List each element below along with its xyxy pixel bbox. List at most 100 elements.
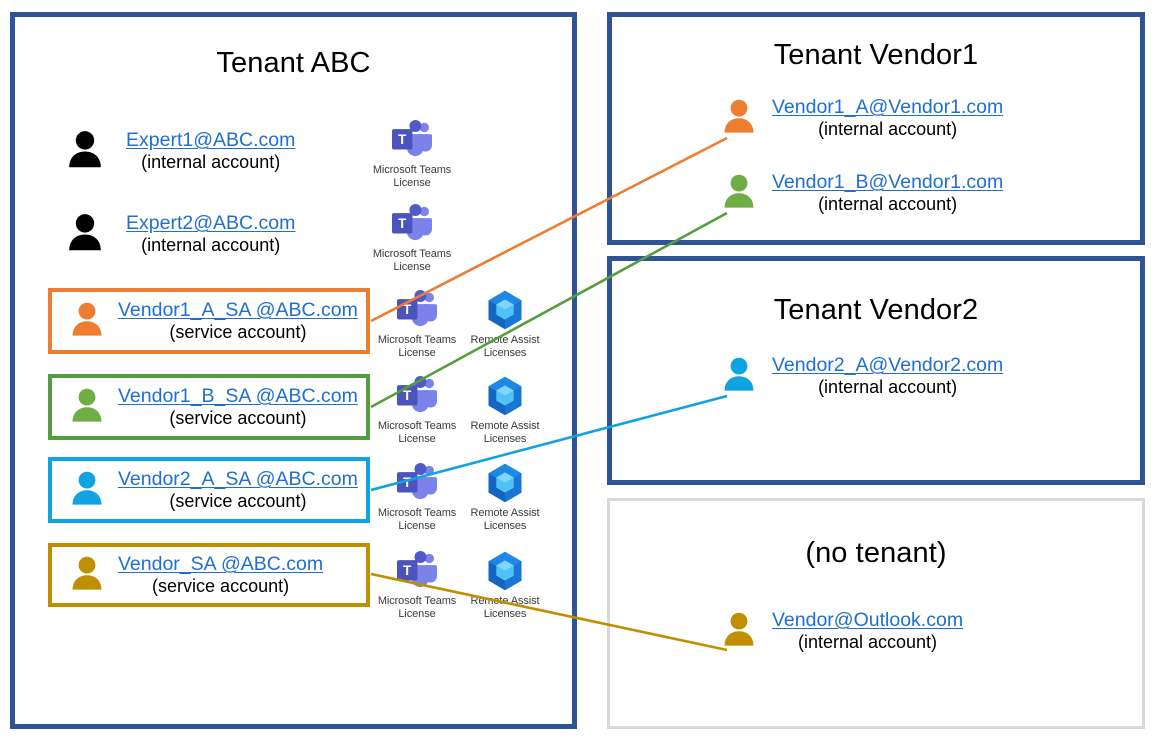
svg-text:T: T bbox=[403, 563, 412, 578]
remote-assist-icon bbox=[462, 549, 548, 593]
license-caption-line2: Licenses bbox=[483, 519, 527, 532]
microsoft-teams-icon: T bbox=[374, 461, 460, 505]
account-row-vendor2-a-sa[interactable]: Vendor2_A_SA @ABC.com (service account) bbox=[48, 457, 370, 523]
license-caption-line1: Microsoft Teams bbox=[377, 507, 457, 519]
license-caption: Remote Assist Licenses bbox=[462, 507, 548, 533]
account-row-vendor1-b-sa[interactable]: Vendor1_B_SA @ABC.com (service account) bbox=[48, 374, 370, 440]
license-caption: Remote Assist Licenses bbox=[462, 334, 548, 360]
account-email[interactable]: Expert2@ABC.com bbox=[126, 212, 295, 235]
account-type: (internal account) bbox=[818, 193, 958, 214]
account-email[interactable]: Vendor2_A_SA @ABC.com bbox=[118, 468, 358, 491]
license-teams-vendor-sa: T Microsoft Teams License bbox=[374, 549, 460, 621]
license-caption-line2: License bbox=[398, 519, 436, 532]
account-row-expert1: Expert1@ABC.com (internal account) bbox=[62, 122, 362, 180]
account-type: (service account) bbox=[169, 321, 307, 342]
account-email[interactable]: Vendor1_A_SA @ABC.com bbox=[118, 299, 358, 322]
license-remote-assist-vendor1-a-sa: Remote Assist Licenses bbox=[462, 288, 548, 360]
account-row-vendor1-a-sa[interactable]: Vendor1_A_SA @ABC.com (service account) bbox=[48, 288, 370, 354]
person-icon bbox=[62, 209, 108, 260]
account-row-vendor2-a: Vendor2_A@Vendor2.com (internal account) bbox=[718, 350, 1018, 402]
microsoft-teams-icon: T bbox=[369, 202, 455, 246]
license-caption-line1: Remote Assist bbox=[470, 507, 540, 519]
license-teams-expert2: T Microsoft Teams License bbox=[369, 202, 455, 274]
account-type: (internal account) bbox=[797, 631, 938, 652]
diagram-canvas: Tenant ABC Expert1@ABC.com (internal acc… bbox=[0, 0, 1155, 745]
license-teams-vendor1-b-sa: T Microsoft Teams License bbox=[374, 374, 460, 446]
account-email[interactable]: Vendor@Outlook.com bbox=[772, 609, 963, 632]
license-caption-line1: Remote Assist bbox=[470, 595, 540, 607]
svg-text:T: T bbox=[403, 475, 412, 490]
license-caption-line2: Licenses bbox=[483, 607, 527, 620]
remote-assist-icon bbox=[462, 288, 548, 332]
account-row-vendor-outlook: Vendor@Outlook.com (internal account) bbox=[718, 605, 1018, 657]
remote-assist-icon bbox=[462, 374, 548, 418]
account-type: (service account) bbox=[169, 407, 307, 428]
person-icon bbox=[718, 353, 760, 400]
account-email[interactable]: Vendor1_B@Vendor1.com bbox=[772, 171, 1003, 194]
license-caption-line1: Remote Assist bbox=[470, 420, 540, 432]
person-icon bbox=[66, 384, 108, 431]
microsoft-teams-icon: T bbox=[374, 374, 460, 418]
account-type: (service account) bbox=[152, 575, 290, 596]
person-icon bbox=[718, 608, 760, 655]
panel-title-tenant-vendor2: Tenant Vendor2 bbox=[773, 294, 979, 326]
account-type: (internal account) bbox=[141, 151, 281, 172]
person-icon bbox=[62, 126, 108, 177]
license-teams-vendor2-a-sa: T Microsoft Teams License bbox=[374, 461, 460, 533]
license-teams-vendor1-a-sa: T Microsoft Teams License bbox=[374, 288, 460, 360]
remote-assist-icon bbox=[462, 461, 548, 505]
license-caption-line1: Microsoft Teams bbox=[377, 334, 457, 346]
license-caption: Microsoft Teams License bbox=[374, 595, 460, 621]
account-row-vendor1-b: Vendor1_B@Vendor1.com (internal account) bbox=[718, 167, 1018, 219]
account-email[interactable]: Vendor1_B_SA @ABC.com bbox=[118, 385, 358, 408]
license-caption: Microsoft Teams License bbox=[369, 248, 455, 274]
microsoft-teams-icon: T bbox=[369, 118, 455, 162]
license-remote-assist-vendor2-a-sa: Remote Assist Licenses bbox=[462, 461, 548, 533]
license-caption: Microsoft Teams License bbox=[374, 507, 460, 533]
license-remote-assist-vendor1-b-sa: Remote Assist Licenses bbox=[462, 374, 548, 446]
panel-title-tenant-abc: Tenant ABC bbox=[216, 47, 371, 79]
account-email[interactable]: Vendor2_A@Vendor2.com bbox=[772, 354, 1003, 377]
microsoft-teams-icon: T bbox=[374, 288, 460, 332]
person-icon bbox=[66, 298, 108, 345]
license-caption-line2: License bbox=[393, 260, 431, 273]
person-icon bbox=[66, 467, 108, 514]
person-icon bbox=[718, 170, 760, 217]
svg-text:T: T bbox=[398, 132, 407, 147]
license-caption-line1: Microsoft Teams bbox=[377, 420, 457, 432]
svg-text:T: T bbox=[403, 388, 412, 403]
license-caption-line2: Licenses bbox=[483, 432, 527, 445]
person-icon bbox=[718, 95, 760, 142]
license-caption-line2: License bbox=[398, 432, 436, 445]
account-email[interactable]: Vendor_SA @ABC.com bbox=[118, 553, 323, 576]
account-row-vendor1-a: Vendor1_A@Vendor1.com (internal account) bbox=[718, 92, 1018, 144]
account-type: (service account) bbox=[169, 490, 307, 511]
account-row-vendor-sa[interactable]: Vendor_SA @ABC.com (service account) bbox=[48, 543, 370, 607]
license-caption-line2: Licenses bbox=[483, 346, 527, 359]
panel-title-tenant-vendor1: Tenant Vendor1 bbox=[773, 39, 979, 71]
account-type: (internal account) bbox=[818, 118, 958, 139]
license-caption: Remote Assist Licenses bbox=[462, 595, 548, 621]
account-type: (internal account) bbox=[141, 234, 281, 255]
license-caption-line1: Remote Assist bbox=[470, 334, 540, 346]
account-row-expert2: Expert2@ABC.com (internal account) bbox=[62, 205, 362, 263]
license-caption: Microsoft Teams License bbox=[374, 334, 460, 360]
license-caption-line2: License bbox=[398, 346, 436, 359]
license-caption: Microsoft Teams License bbox=[374, 420, 460, 446]
license-caption-line2: License bbox=[393, 176, 431, 189]
person-icon bbox=[66, 552, 108, 599]
license-caption: Microsoft Teams License bbox=[369, 164, 455, 190]
license-caption-line2: License bbox=[398, 607, 436, 620]
panel-tenant-abc: Tenant ABC bbox=[10, 12, 577, 729]
microsoft-teams-icon: T bbox=[374, 549, 460, 593]
license-caption-line1: Microsoft Teams bbox=[372, 248, 452, 260]
license-caption-line1: Microsoft Teams bbox=[372, 164, 452, 176]
svg-text:T: T bbox=[403, 302, 412, 317]
license-remote-assist-vendor-sa: Remote Assist Licenses bbox=[462, 549, 548, 621]
panel-title-no-tenant: (no tenant) bbox=[805, 537, 947, 569]
svg-text:T: T bbox=[398, 216, 407, 231]
account-email[interactable]: Expert1@ABC.com bbox=[126, 129, 295, 152]
account-email[interactable]: Vendor1_A@Vendor1.com bbox=[772, 96, 1003, 119]
license-caption-line1: Microsoft Teams bbox=[377, 595, 457, 607]
license-teams-expert1: T Microsoft Teams License bbox=[369, 118, 455, 190]
